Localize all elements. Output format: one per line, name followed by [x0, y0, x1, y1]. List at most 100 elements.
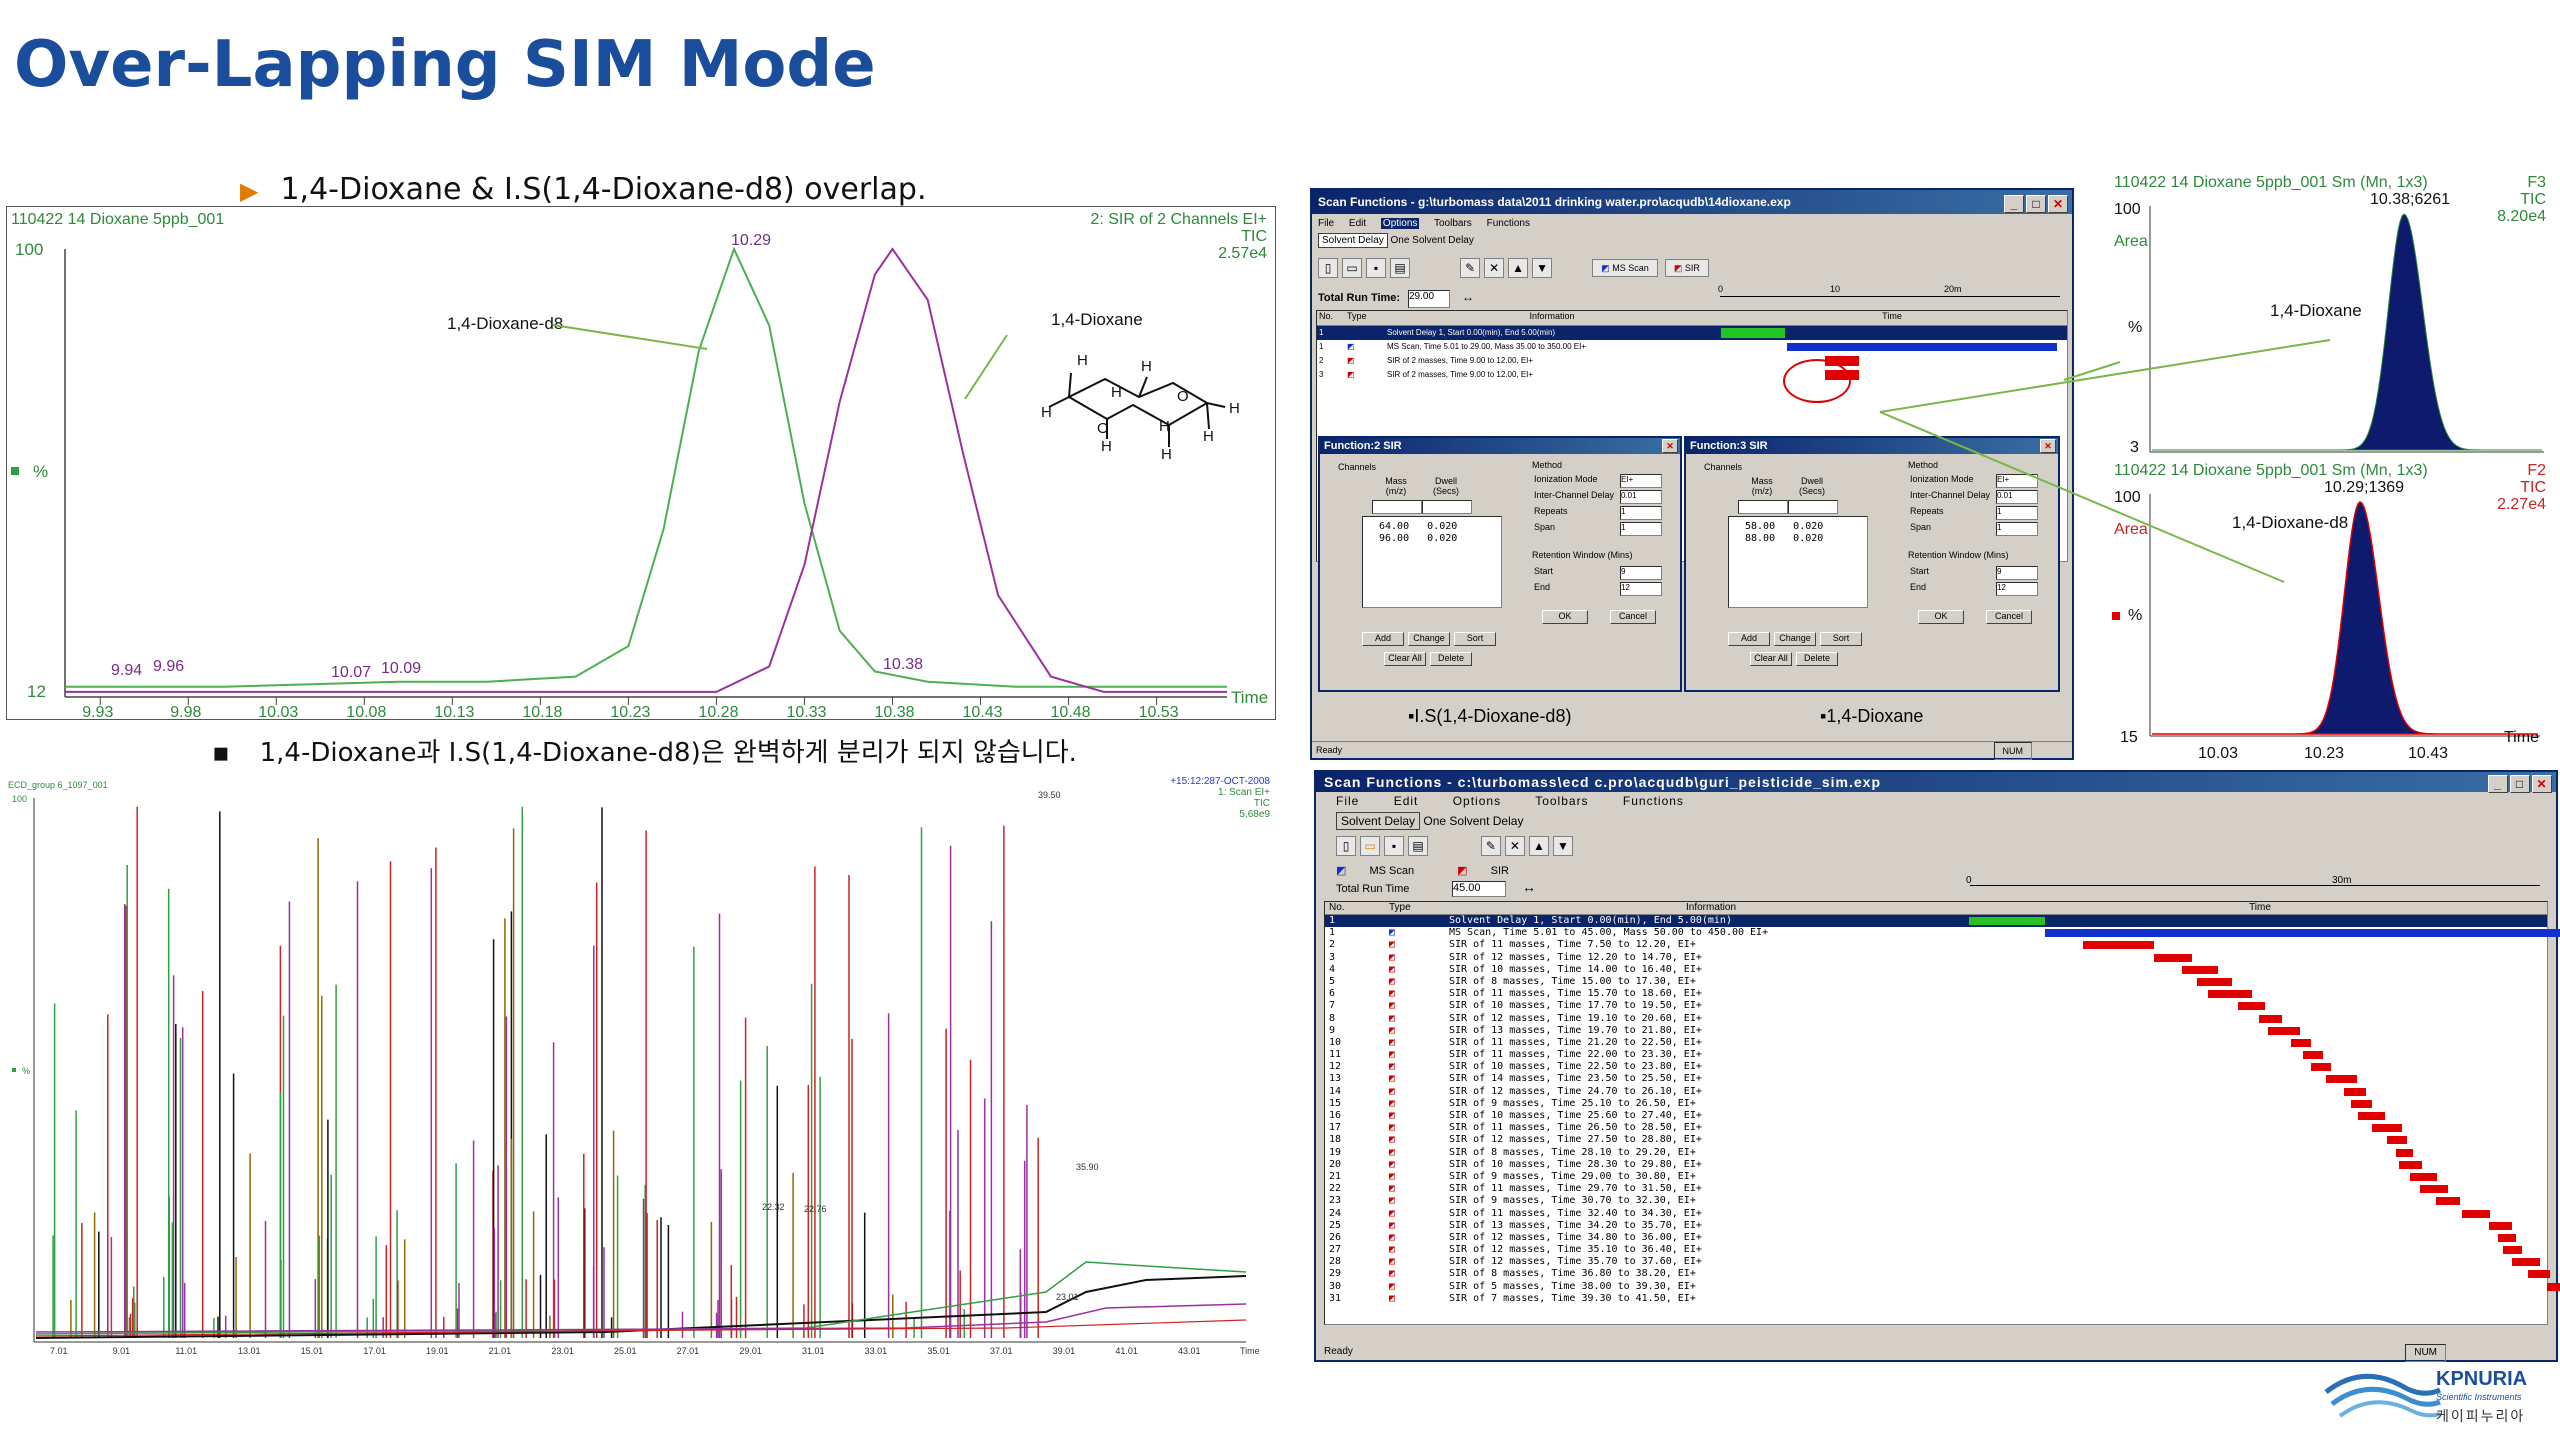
- dlg2-titlebar[interactable]: Function:2 SIR ✕: [1320, 438, 1680, 454]
- scanwin2-col-no[interactable]: No.: [1325, 902, 1389, 914]
- table-row[interactable]: 24 ◩ SIR of 11 masses, Time 32.40 to 34.30…: [1325, 1208, 2547, 1220]
- dlg3-add-button[interactable]: Add: [1728, 632, 1770, 646]
- dlg3-mass-input[interactable]: [1738, 500, 1788, 514]
- table-row[interactable]: 2 ◩ SIR of 2 masses, Time 9.00 to 12.00, …: [1317, 354, 2067, 368]
- dlg2-close-icon[interactable]: ✕: [1662, 439, 1678, 453]
- scanwin2-titlebar[interactable]: Scan Functions - c:\turbomass\ecd c.pro\…: [1316, 772, 2556, 793]
- menu2-options[interactable]: Options: [1453, 794, 1501, 808]
- col-no[interactable]: No.: [1317, 311, 1347, 325]
- scanwin2-col-type[interactable]: Type: [1389, 902, 1449, 914]
- scanwin2-edit-icon[interactable]: ✎: [1480, 836, 1501, 856]
- table-row[interactable]: 15 ◩ SIR of 9 masses, Time 25.10 to 26.50,…: [1325, 1098, 2547, 1110]
- down-icon[interactable]: ▼: [1532, 258, 1553, 278]
- scanwin2-total-run-input[interactable]: 45.00: [1452, 881, 1506, 897]
- sir-button[interactable]: ◩ SIR: [1664, 258, 1709, 277]
- scanwin2-sir-label[interactable]: SIR: [1491, 865, 1509, 877]
- up-icon[interactable]: ▲: [1508, 258, 1529, 278]
- menu2-toolbars[interactable]: Toolbars: [1535, 794, 1588, 808]
- dlg2-start-input[interactable]: 9: [1620, 566, 1662, 580]
- scanwin2-function-list[interactable]: No. Type Information Time 1 Solvent Delay…: [1324, 901, 2560, 1325]
- menu-file[interactable]: File: [1318, 218, 1334, 229]
- new-icon[interactable]: ▯: [1318, 258, 1338, 278]
- dlg2-add-button[interactable]: Add: [1362, 632, 1404, 646]
- table-row[interactable]: 20 ◩ SIR of 10 masses, Time 28.30 to 29.80…: [1325, 1159, 2547, 1171]
- menu-functions[interactable]: Functions: [1487, 218, 1530, 229]
- dlg2-clear-all-button[interactable]: Clear All: [1384, 652, 1426, 666]
- table-row[interactable]: 17 ◩ SIR of 11 masses, Time 26.50 to 28.50…: [1325, 1122, 2547, 1134]
- scan-functions-window-dioxane[interactable]: Scan Functions - g:\turbomass data\2011 …: [1310, 188, 2074, 760]
- scanwin2-up-icon[interactable]: ▲: [1528, 836, 1549, 856]
- function2-sir-dialog[interactable]: Function:2 SIR ✕ Channels Mass (m/z) Dwel…: [1318, 436, 1682, 692]
- dlg3-ion-select[interactable]: EI+: [1996, 474, 2038, 488]
- table-row[interactable]: 1 ◩ MS Scan, Time 5.01 to 29.00, Mass 35.…: [1317, 340, 2067, 354]
- dlg3-change-button[interactable]: Change: [1774, 632, 1816, 646]
- close-icon[interactable]: ✕: [2048, 195, 2068, 213]
- table-row[interactable]: 2 ◩ SIR of 11 masses, Time 7.50 to 12.20, …: [1325, 939, 2547, 951]
- dlg2-change-button[interactable]: Change: [1408, 632, 1450, 646]
- table-row[interactable]: 22 ◩ SIR of 11 masses, Time 29.70 to 31.50…: [1325, 1183, 2547, 1195]
- col-type[interactable]: Type: [1347, 311, 1387, 325]
- menu-edit[interactable]: Edit: [1349, 218, 1366, 229]
- table-row[interactable]: 29 ◩ SIR of 8 masses, Time 36.80 to 38.20,…: [1325, 1268, 2550, 1280]
- table-row[interactable]: 30 ◩ SIR of 5 masses, Time 38.00 to 39.30,…: [1325, 1281, 2560, 1293]
- dlg3-interchannel-input[interactable]: 0.01: [1996, 490, 2038, 504]
- table-row[interactable]: 8 ◩ SIR of 12 masses, Time 19.10 to 20.60,…: [1325, 1013, 2547, 1025]
- dlg3-span-input[interactable]: 1: [1996, 522, 2038, 536]
- table-row[interactable]: 14 ◩ SIR of 12 masses, Time 24.70 to 26.10…: [1325, 1086, 2547, 1098]
- menu2-file[interactable]: File: [1336, 794, 1359, 808]
- scanwin2-maximize-icon[interactable]: □: [2510, 775, 2530, 793]
- dlg3-cancel-button[interactable]: Cancel: [1986, 610, 2032, 624]
- scanwin2-solvent-button[interactable]: Solvent Delay: [1336, 812, 1421, 830]
- table-row[interactable]: 18 ◩ SIR of 12 masses, Time 27.50 to 28.80…: [1325, 1134, 2547, 1146]
- dlg2-channel-list[interactable]: 64.00 0.020 96.00 0.020: [1362, 516, 1502, 608]
- table-row[interactable]: 3 ◩ SIR of 12 masses, Time 12.20 to 14.70,…: [1325, 952, 2547, 964]
- dlg3-end-input[interactable]: 12: [1996, 582, 2038, 596]
- dlg3-repeats-input[interactable]: 1: [1996, 506, 2038, 520]
- dlg2-interchannel-input[interactable]: 0.01: [1620, 490, 1662, 504]
- scanwin2-ms-scan-label[interactable]: MS Scan: [1369, 865, 1414, 877]
- delete-icon[interactable]: ✕: [1484, 258, 1505, 278]
- table-row[interactable]: 19 ◩ SIR of 8 masses, Time 28.10 to 29.20,…: [1325, 1147, 2547, 1159]
- scanwin2-delete-icon[interactable]: ✕: [1504, 836, 1525, 856]
- scanwin2-col-info[interactable]: Information: [1449, 902, 1973, 914]
- dlg2-cancel-button[interactable]: Cancel: [1610, 610, 1656, 624]
- table-row[interactable]: 1 Solvent Delay 1, Start 0.00(min), End 5…: [1325, 915, 2547, 928]
- table-row[interactable]: 12 ◩ SIR of 10 masses, Time 22.50 to 23.80…: [1325, 1061, 2547, 1073]
- ms-scan-button[interactable]: ◩ MS Scan: [1592, 258, 1658, 277]
- function3-sir-dialog[interactable]: Function:3 SIR ✕ Channels Mass (m/z) Dwel…: [1684, 436, 2060, 692]
- dlg2-dwell-input[interactable]: [1422, 500, 1472, 514]
- table-row[interactable]: 6 ◩ SIR of 11 masses, Time 15.70 to 18.60,…: [1325, 988, 2547, 1000]
- col-time[interactable]: Time: [1717, 311, 2067, 325]
- edit-icon[interactable]: ✎: [1460, 258, 1481, 278]
- scanwin2-minimize-icon[interactable]: _: [2488, 775, 2508, 793]
- scan-functions-window-pesticide[interactable]: Scan Functions - c:\turbomass\ecd c.pro\…: [1314, 770, 2560, 1362]
- dlg2-sort-button[interactable]: Sort: [1454, 632, 1496, 646]
- table-row[interactable]: 13 ◩ SIR of 14 masses, Time 23.50 to 25.50…: [1325, 1073, 2547, 1085]
- print-icon[interactable]: ▤: [1390, 258, 1410, 278]
- table-row[interactable]: 16 ◩ SIR of 10 masses, Time 25.60 to 27.40…: [1325, 1110, 2547, 1122]
- dlg3-sort-button[interactable]: Sort: [1820, 632, 1862, 646]
- dlg3-channel-list[interactable]: 58.00 0.020 88.00 0.020: [1728, 516, 1868, 608]
- table-row[interactable]: 7 ◩ SIR of 10 masses, Time 17.70 to 19.50,…: [1325, 1000, 2547, 1012]
- scanwin1-titlebar[interactable]: Scan Functions - g:\turbomass data\2011 …: [1312, 190, 2072, 214]
- table-row[interactable]: 10 ◩ SIR of 11 masses, Time 21.20 to 22.50…: [1325, 1037, 2547, 1049]
- table-row[interactable]: 26 ◩ SIR of 12 masses, Time 34.80 to 36.00…: [1325, 1232, 2547, 1244]
- menu2-edit[interactable]: Edit: [1394, 794, 1419, 808]
- table-row[interactable]: 31 ◩ SIR of 7 masses, Time 39.30 to 41.50,…: [1325, 1293, 2547, 1305]
- scanwin2-double-arrow-icon[interactable]: ↔: [1522, 879, 1536, 895]
- dlg3-titlebar[interactable]: Function:3 SIR ✕: [1686, 438, 2058, 454]
- maximize-icon[interactable]: □: [2026, 195, 2046, 213]
- col-info[interactable]: Information: [1387, 311, 1717, 325]
- save-icon[interactable]: ▪: [1366, 258, 1386, 278]
- table-row[interactable]: 9 ◩ SIR of 13 masses, Time 19.70 to 21.80,…: [1325, 1025, 2547, 1037]
- scanwin2-print-icon[interactable]: ▤: [1408, 836, 1428, 856]
- table-row[interactable]: 28 ◩ SIR of 12 masses, Time 35.70 to 37.60…: [1325, 1256, 2547, 1268]
- table-row[interactable]: 25 ◩ SIR of 13 masses, Time 34.20 to 35.70…: [1325, 1220, 2547, 1232]
- menu2-functions[interactable]: Functions: [1623, 794, 1684, 808]
- dlg2-delete-button[interactable]: Delete: [1430, 652, 1472, 666]
- scanwin2-open-icon[interactable]: ▭: [1360, 836, 1380, 856]
- scanwin2-col-time[interactable]: Time: [1973, 902, 2547, 914]
- solvent-delay-button[interactable]: Solvent Delay: [1318, 233, 1388, 248]
- open-icon[interactable]: ▭: [1342, 258, 1362, 278]
- double-arrow-icon[interactable]: ↔: [1462, 290, 1474, 304]
